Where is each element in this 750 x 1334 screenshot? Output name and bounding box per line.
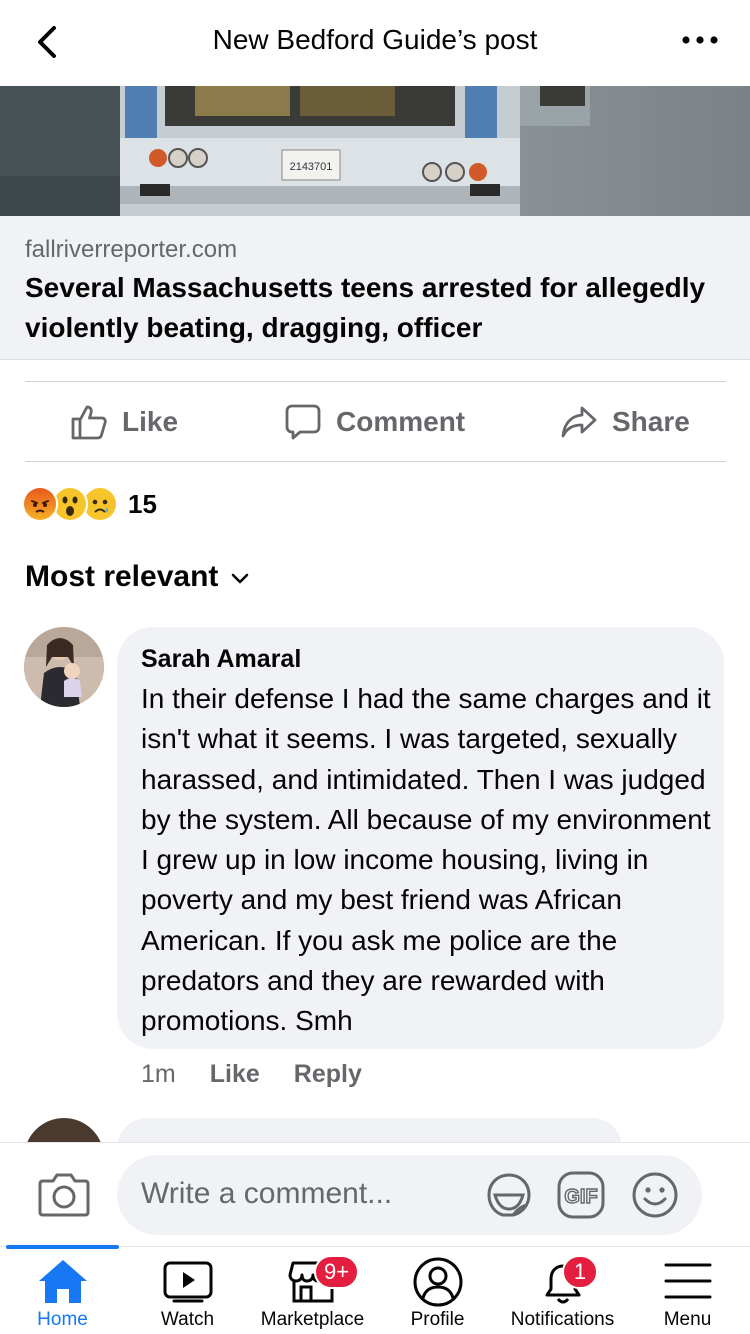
- link-preview-card[interactable]: fallriverreporter.com Several Massachuse…: [0, 216, 750, 360]
- thumbs-up-icon: [70, 403, 108, 441]
- comment-composer: Write a comment... GIF: [0, 1142, 750, 1246]
- link-domain: fallriverreporter.com: [25, 236, 238, 263]
- chevron-down-icon: [230, 560, 250, 594]
- comment-bubble-icon: [284, 403, 322, 441]
- link-preview-image[interactable]: 2143701: [0, 86, 750, 216]
- marketplace-badge: 9+: [314, 1255, 360, 1289]
- link-headline: Several Massachusetts teens arrested for…: [25, 272, 706, 343]
- home-icon: [37, 1257, 89, 1310]
- more-options-icon[interactable]: [680, 24, 720, 56]
- tab-label: Notifications: [510, 1309, 615, 1330]
- tab-menu[interactable]: Menu: [625, 1247, 750, 1334]
- watch-video-icon: [162, 1257, 214, 1310]
- post-action-bar: Like Comment Share: [0, 382, 750, 462]
- top-bar: New Bedford Guide’s post: [0, 0, 750, 86]
- reactions-summary[interactable]: 15: [22, 484, 157, 524]
- avatar[interactable]: [24, 627, 104, 707]
- tab-label: Profile: [410, 1309, 465, 1330]
- tab-profile[interactable]: Profile: [375, 1247, 500, 1334]
- comment-like-button[interactable]: Like: [210, 1060, 260, 1089]
- comment-input-placeholder: Write a comment...: [141, 1177, 393, 1210]
- gif-icon[interactable]: GIF: [557, 1171, 605, 1224]
- tab-label: Menu: [663, 1309, 712, 1330]
- camera-icon[interactable]: [38, 1171, 90, 1222]
- profile-person-icon: [412, 1257, 464, 1312]
- tab-watch[interactable]: Watch: [125, 1247, 250, 1334]
- like-label: Like: [122, 406, 179, 437]
- comment-meta: 1m Like Reply: [141, 1060, 362, 1089]
- like-button[interactable]: Like: [70, 382, 178, 462]
- svg-text:GIF: GIF: [564, 1186, 597, 1208]
- tab-label: Watch: [160, 1309, 215, 1330]
- comment-reply-button[interactable]: Reply: [294, 1060, 362, 1089]
- bottom-tab-bar: Home Watch 9+ Marketplace Profile 1 Noti…: [0, 1245, 750, 1334]
- share-label: Share: [612, 406, 690, 437]
- comment-button[interactable]: Comment: [284, 382, 465, 462]
- share-arrow-icon: [560, 403, 598, 441]
- comments-sort-dropdown[interactable]: Most relevant: [25, 560, 250, 594]
- comment-text: In their defense I had the same charges …: [141, 683, 727, 1037]
- comment-timestamp: 1m: [141, 1060, 176, 1088]
- comment-bubble[interactable]: Sarah Amaral In their defense I had the …: [117, 627, 724, 1049]
- tab-home[interactable]: Home: [0, 1247, 125, 1334]
- page-title: New Bedford Guide’s post: [212, 24, 538, 55]
- comment-label: Comment: [336, 406, 466, 437]
- tab-marketplace[interactable]: 9+ Marketplace: [250, 1247, 375, 1334]
- svg-text:2143701: 2143701: [290, 161, 333, 173]
- angry-emoji-icon: [22, 486, 58, 522]
- comment-input[interactable]: Write a comment... GIF: [117, 1155, 702, 1235]
- divider: [25, 461, 726, 462]
- notifications-badge: 1: [562, 1255, 598, 1289]
- comment-author[interactable]: Sarah Amaral: [141, 645, 301, 674]
- tab-label: Marketplace: [260, 1309, 365, 1330]
- tab-label: Home: [37, 1309, 88, 1330]
- tab-notifications[interactable]: 1 Notifications: [500, 1247, 625, 1334]
- share-button[interactable]: Share: [560, 382, 690, 462]
- emoji-icon[interactable]: [631, 1171, 679, 1224]
- reaction-count: 15: [128, 488, 157, 519]
- avatar-sticker-icon[interactable]: [485, 1171, 533, 1224]
- sort-label: Most relevant: [25, 560, 219, 593]
- hamburger-menu-icon: [662, 1257, 714, 1310]
